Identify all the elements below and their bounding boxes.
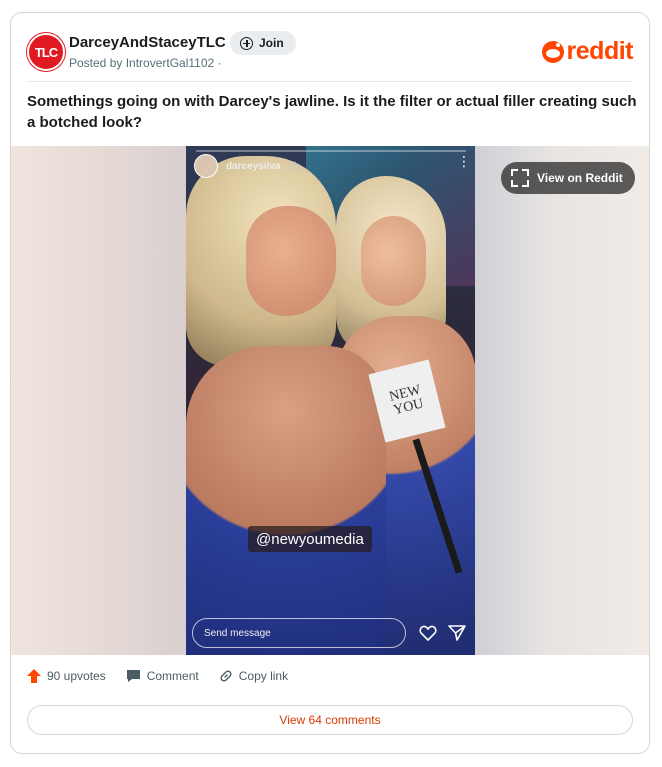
upvote-count: 90 upvotes <box>47 669 106 683</box>
reddit-logo[interactable]: reddit <box>541 37 634 66</box>
post-header: TLC DarceyAndStaceyTLC Join Posted by In… <box>11 13 649 81</box>
comment-action[interactable]: Comment <box>126 669 199 683</box>
plus-circle-icon <box>240 36 253 50</box>
expand-icon <box>511 169 529 187</box>
view-on-reddit-label: View on Reddit <box>537 171 623 185</box>
person-2-face <box>361 216 426 306</box>
join-label: Join <box>259 36 284 50</box>
comment-label: Comment <box>146 669 199 683</box>
subreddit-name[interactable]: DarceyAndStaceyTLC <box>69 34 226 51</box>
media-blur-right <box>475 146 649 655</box>
story-mention-tag: @newyoumedia <box>248 526 372 552</box>
instagram-story-image: NEW YOU darceysilva 3h ⋮ @newyoumedia Se… <box>186 146 475 655</box>
view-on-reddit-button[interactable]: View on Reddit <box>501 162 635 194</box>
post-title[interactable]: Somethings going on with Darcey's jawlin… <box>27 91 637 133</box>
reddit-wordmark: reddit <box>566 37 634 65</box>
post-actions: 90 upvotes Comment Copy link <box>27 669 288 683</box>
copy-link-action[interactable]: Copy link <box>219 669 288 683</box>
comment-icon <box>126 670 140 682</box>
more-options-icon: ⋮ <box>457 154 471 168</box>
person-1-body <box>186 346 386 655</box>
send-message-placeholder: Send message <box>204 627 271 639</box>
join-button[interactable]: Join <box>230 31 296 55</box>
link-icon <box>220 670 232 682</box>
subreddit-avatar[interactable]: TLC <box>27 33 65 71</box>
heart-icon <box>419 625 437 641</box>
upvote-action[interactable]: 90 upvotes <box>27 669 106 683</box>
post-footer: 90 upvotes Comment Copy link View 64 com… <box>11 655 649 753</box>
story-time: 3h <box>288 160 300 172</box>
story-send-message: Send message <box>192 618 406 648</box>
header-divider <box>27 81 633 82</box>
story-username: darceysilva <box>226 160 281 172</box>
upvote-arrow-icon <box>27 669 41 683</box>
microphone-label: NEW YOU <box>387 382 426 419</box>
snoo-icon <box>541 40 564 63</box>
person-1-face <box>246 206 336 316</box>
post-media[interactable]: NEW YOU darceysilva 3h ⋮ @newyoumedia Se… <box>11 146 649 655</box>
posted-by[interactable]: Posted by IntrovertGal1102 · <box>69 56 222 70</box>
view-comments-button[interactable]: View 64 comments <box>27 705 633 735</box>
view-comments-label: View 64 comments <box>279 713 381 727</box>
story-header: darceysilva 3h <box>194 154 300 178</box>
story-progress-bar <box>196 150 466 152</box>
send-icon <box>448 625 466 641</box>
copy-link-label: Copy link <box>238 669 289 683</box>
story-avatar <box>194 154 218 178</box>
reddit-embed-card: TLC DarceyAndStaceyTLC Join Posted by In… <box>10 12 650 754</box>
subreddit-avatar-text: TLC <box>34 44 58 60</box>
media-blur-left <box>11 146 186 655</box>
